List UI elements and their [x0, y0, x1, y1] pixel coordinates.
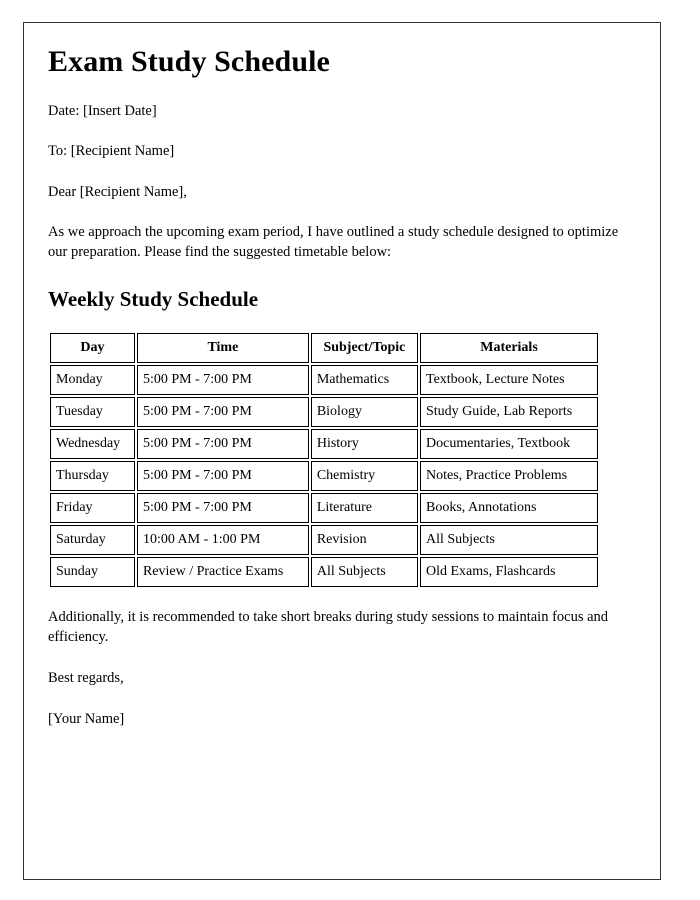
cell-time: 5:00 PM - 7:00 PM: [136, 493, 309, 524]
cell-time: 5:00 PM - 7:00 PM: [136, 397, 309, 428]
cell-day: Saturday: [50, 525, 135, 556]
page-title: Exam Study Schedule: [48, 45, 330, 78]
cell-materials: Books, Annotations: [420, 493, 598, 524]
section-heading: Weekly Study Schedule: [48, 287, 259, 312]
cell-materials: Old Exams, Flashcards: [420, 557, 598, 588]
document-page: Exam Study Schedule Date: [Insert Date] …: [23, 22, 661, 880]
cell-day: Thursday: [50, 461, 135, 492]
table-row: Wednesday 5:00 PM - 7:00 PM History Docu…: [50, 429, 598, 460]
date-line: Date: [Insert Date]: [48, 102, 157, 119]
column-header-materials: Materials: [420, 333, 598, 364]
schedule-table: Day Time Subject/Topic Materials Monday …: [48, 331, 600, 589]
cell-day: Sunday: [50, 557, 135, 588]
cell-time: 5:00 PM - 7:00 PM: [136, 461, 309, 492]
document-body: Exam Study Schedule Date: [Insert Date] …: [48, 45, 636, 729]
column-header-time: Time: [136, 333, 309, 364]
cell-materials: Study Guide, Lab Reports: [420, 397, 598, 428]
table-row: Friday 5:00 PM - 7:00 PM Literature Book…: [50, 493, 598, 524]
recipient-line: To: [Recipient Name]: [48, 143, 175, 160]
table-header-row: Day Time Subject/Topic Materials: [50, 333, 598, 364]
table-body: Monday 5:00 PM - 7:00 PM Mathematics Tex…: [50, 365, 598, 588]
table-row: Thursday 5:00 PM - 7:00 PM Chemistry Not…: [50, 461, 598, 492]
cell-materials: All Subjects: [420, 525, 598, 556]
cell-time: 5:00 PM - 7:00 PM: [136, 429, 309, 460]
cell-day: Wednesday: [50, 429, 135, 460]
cell-subject: History: [310, 429, 418, 460]
signature-line: [Your Name]: [48, 711, 125, 728]
table-header: Day Time Subject/Topic Materials: [50, 333, 598, 364]
table-row: Tuesday 5:00 PM - 7:00 PM Biology Study …: [50, 397, 598, 428]
cell-time: 10:00 AM - 1:00 PM: [136, 525, 309, 556]
cell-time: Review / Practice Exams: [136, 557, 309, 588]
closing-paragraph: Additionally, it is recommended to take …: [48, 609, 609, 645]
cell-materials: Textbook, Lecture Notes: [420, 365, 598, 396]
cell-materials: Notes, Practice Problems: [420, 461, 598, 492]
cell-day: Monday: [50, 365, 135, 396]
cell-subject: Biology: [310, 397, 418, 428]
column-header-subject: Subject/Topic: [310, 333, 418, 364]
salutation: Dear [Recipient Name],: [48, 184, 187, 201]
cell-subject: Literature: [310, 493, 418, 524]
intro-paragraph: As we approach the upcoming exam period,…: [48, 224, 619, 260]
cell-subject: All Subjects: [310, 557, 418, 588]
column-header-day: Day: [50, 333, 135, 364]
table-row: Sunday Review / Practice Exams All Subje…: [50, 557, 598, 588]
cell-subject: Revision: [310, 525, 418, 556]
cell-subject: Mathematics: [310, 365, 418, 396]
schedule-table-container: Day Time Subject/Topic Materials Monday …: [48, 331, 636, 589]
table-row: Saturday 10:00 AM - 1:00 PM Revision All…: [50, 525, 598, 556]
cell-day: Friday: [50, 493, 135, 524]
table-row: Monday 5:00 PM - 7:00 PM Mathematics Tex…: [50, 365, 598, 396]
cell-day: Tuesday: [50, 397, 135, 428]
cell-subject: Chemistry: [310, 461, 418, 492]
cell-time: 5:00 PM - 7:00 PM: [136, 365, 309, 396]
cell-materials: Documentaries, Textbook: [420, 429, 598, 460]
signoff-line: Best regards,: [48, 670, 124, 687]
